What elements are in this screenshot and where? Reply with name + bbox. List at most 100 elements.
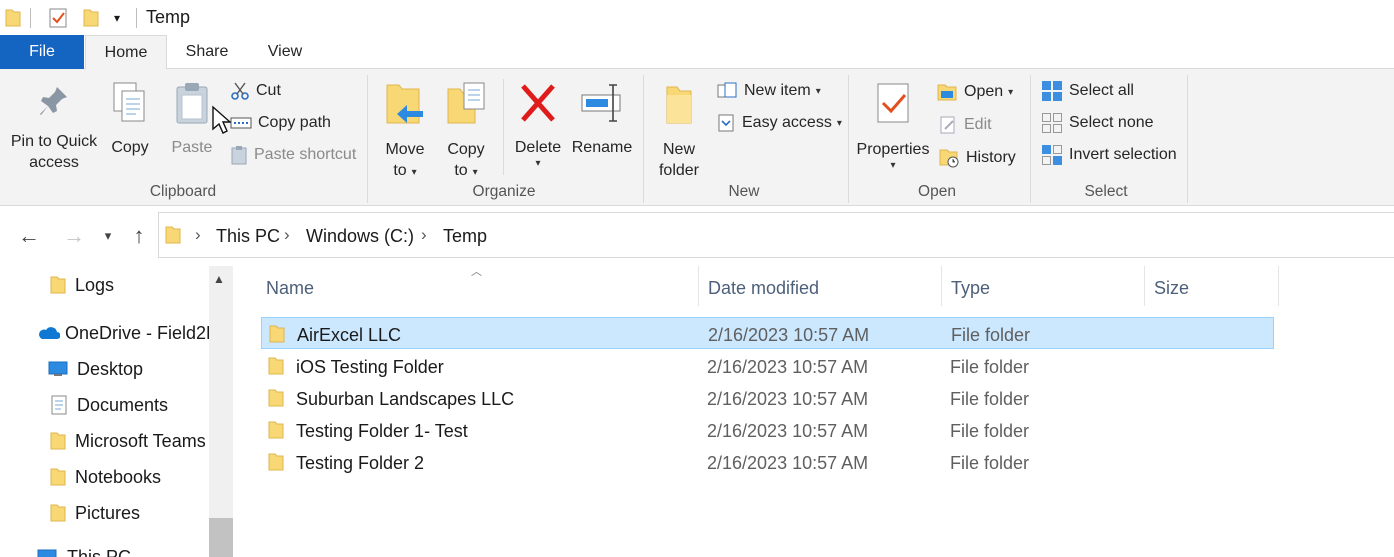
tab-share[interactable]: Share [172,35,242,69]
group-label-new: New [728,183,760,200]
nav-item-pictures[interactable]: Pictures [50,498,140,528]
customize-dropdown-icon[interactable]: ▾ [108,6,126,30]
sort-ascending-icon: ︿ [471,266,482,278]
history-button[interactable]: History [938,146,1016,170]
column-header-name[interactable]: Name [266,278,314,299]
column-divider[interactable] [698,266,699,306]
select-none-label: Select none [1069,114,1154,131]
group-separator [367,75,368,203]
new-folder-icon[interactable] [80,6,102,30]
forward-arrow-icon[interactable]: → [59,223,89,249]
delete-button[interactable]: Delete ▾ [514,81,562,170]
up-arrow-icon[interactable]: ↑ [126,223,152,249]
file-type: File folder [950,421,1030,441]
file-name: AirExcel LLC [297,325,402,345]
copy-button[interactable]: Copy [108,81,152,158]
copy-icon [108,81,152,131]
properties-button[interactable]: Properties ▾ [856,81,930,172]
scissors-icon [230,81,250,101]
column-divider[interactable] [1278,266,1279,306]
nav-item-label: Documents [77,394,169,415]
dropdown-caret-icon: ▾ [890,160,896,171]
breadcrumb-chevron-icon[interactable]: › [284,225,290,245]
breadcrumb-chevron-icon[interactable]: › [195,225,201,245]
nav-item-label: Pictures [75,502,141,523]
move-to-label-line2: to [393,162,407,179]
properties-icon[interactable] [46,6,70,30]
column-divider[interactable] [941,266,942,306]
group-separator [643,75,644,203]
open-label: Open [964,83,1004,100]
cut-button[interactable]: Cut [230,79,281,103]
edit-button[interactable]: Edit [938,113,992,137]
copy-to-button[interactable]: Copy to ▾ [443,81,489,183]
invert-selection-button[interactable]: Invert selection [1041,143,1177,167]
delete-x-icon [514,81,562,131]
move-to-button[interactable]: Move to ▾ [381,81,429,183]
easy-access-button[interactable]: Easy access ▾ [716,111,842,135]
dropdown-caret-icon: ▾ [535,158,541,169]
nav-item-onedrive[interactable]: OneDrive - Field2E [36,318,218,348]
folder-icon [269,325,285,348]
window-title: Temp [146,7,191,27]
nav-item-documents[interactable]: Documents [50,390,168,420]
column-header-date-modified[interactable]: Date modified [708,278,819,299]
new-folder-button[interactable]: New folder [655,81,703,181]
divider [30,8,31,28]
folder-icon [165,225,181,250]
breadcrumb-windows-c[interactable]: Windows (C:) [306,226,414,247]
navigation-pane-scrollbar[interactable] [209,266,233,557]
select-all-label: Select all [1069,82,1134,99]
group-label-select: Select [1084,183,1128,200]
select-none-icon [1041,112,1063,134]
nav-item-label: Desktop [77,358,144,379]
move-to-icon [381,81,429,133]
breadcrumb-chevron-icon[interactable]: › [421,225,427,245]
pin-to-quick-access-button[interactable]: Pin to Quick access [8,83,100,173]
column-divider[interactable] [1144,266,1145,306]
breadcrumb-temp[interactable]: Temp [443,226,487,247]
tab-view[interactable]: View [252,35,318,69]
folder-icon [50,467,66,487]
dropdown-caret-icon: ▾ [411,167,417,178]
nav-item-desktop[interactable]: Desktop [48,354,143,384]
paste-shortcut-button[interactable]: Paste shortcut [230,143,356,167]
paste-shortcut-icon [230,145,248,165]
rename-button[interactable]: Rename [570,81,634,158]
address-bar[interactable]: › This PC › Windows (C:) › Temp [158,212,1394,258]
folder-icon [268,389,284,412]
file-type: File folder [950,357,1030,377]
file-row[interactable]: AirExcel LLC 2/16/2023 10:57 AM File fol… [261,317,1274,349]
file-row[interactable]: Testing Folder 1- Test 2/16/2023 10:57 A… [261,414,1274,446]
copy-to-icon [443,81,489,133]
column-header-type[interactable]: Type [951,278,990,299]
paste-button[interactable]: Paste [168,81,216,158]
nav-item-this-pc[interactable]: This PC [36,542,131,557]
pin-icon [8,83,100,125]
file-row[interactable]: Testing Folder 2 2/16/2023 10:57 AM File… [261,446,1274,478]
open-button[interactable]: Open ▾ [936,80,1013,104]
easy-access-icon [716,113,736,133]
navigation-pane-scroll-thumb[interactable] [209,518,233,557]
nav-item-logs[interactable]: Logs [50,270,114,300]
nav-item-notebooks[interactable]: Notebooks [50,462,161,492]
back-arrow-icon[interactable]: ← [14,223,44,249]
file-row[interactable]: Suburban Landscapes LLC 2/16/2023 10:57 … [261,382,1274,414]
column-header-size[interactable]: Size [1154,278,1189,299]
pc-icon [36,548,58,557]
tab-file[interactable]: File [0,35,84,69]
select-none-button[interactable]: Select none [1041,111,1154,135]
breadcrumb-this-pc[interactable]: This PC [216,226,280,247]
copy-path-button[interactable]: Copy path [230,111,331,135]
file-row[interactable]: iOS Testing Folder 2/16/2023 10:57 AM Fi… [261,350,1274,382]
select-all-button[interactable]: Select all [1041,79,1134,103]
easy-access-label: Easy access [742,114,832,131]
nav-item-microsoft-teams[interactable]: Microsoft Teams [50,426,206,456]
scroll-up-arrow-icon[interactable]: ▲ [213,272,225,286]
new-item-button[interactable]: New item ▾ [716,79,821,103]
tab-home[interactable]: Home [85,35,167,70]
file-date-modified: 2/16/2023 10:57 AM [707,453,869,473]
recent-locations-chevron-icon[interactable]: ▾ [100,223,116,249]
documents-icon [50,395,68,415]
group-label-organize: Organize [472,183,536,200]
